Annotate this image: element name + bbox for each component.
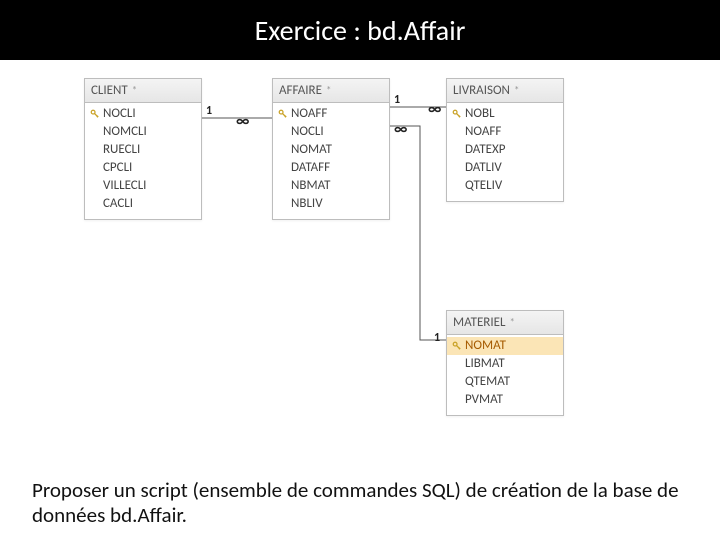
table-affaire-header: AFFAIRE * xyxy=(273,79,389,103)
field-row[interactable]: NBLIV xyxy=(273,195,389,213)
field-row[interactable]: NOCLI xyxy=(85,105,201,123)
field-row[interactable]: RUECLI xyxy=(85,141,201,159)
table-materiel[interactable]: MATERIEL * NOMAT LIBMAT QTEMAT PVMAT xyxy=(446,310,564,416)
er-diagram: CLIENT * NOCLI NOMCLI RUECLI CPCLI VILLECLI C… xyxy=(0,60,720,466)
cardinality-one: 1 xyxy=(434,331,440,345)
asterisk-icon: * xyxy=(514,84,519,97)
field-row[interactable]: VILLECLI xyxy=(85,177,201,195)
asterisk-icon: * xyxy=(509,316,514,329)
table-affaire-name: AFFAIRE xyxy=(279,83,322,98)
field-row[interactable]: NOMAT xyxy=(447,337,563,355)
field-name: CPCLI xyxy=(103,160,197,176)
cardinality-many: ∞ xyxy=(394,120,407,139)
field-row[interactable]: DATAFF xyxy=(273,159,389,177)
table-affaire-body: NOAFF NOCLI NOMAT DATAFF NBMAT NBLIV xyxy=(273,103,389,219)
field-name: NOMAT xyxy=(291,142,385,158)
field-row[interactable]: QTELIV xyxy=(447,177,563,195)
field-row[interactable]: NBMAT xyxy=(273,177,389,195)
field-row[interactable]: CACLI xyxy=(85,195,201,213)
cardinality-one: 1 xyxy=(206,104,212,118)
table-client-name: CLIENT xyxy=(91,83,128,98)
primary-key-icon xyxy=(87,109,103,119)
instruction-text: Proposer un script (ensemble de commande… xyxy=(0,466,720,528)
table-livraison-name: LIVRAISON xyxy=(453,83,510,98)
asterisk-icon: * xyxy=(132,84,137,97)
field-name: NOAFF xyxy=(465,124,559,140)
field-name: NOCLI xyxy=(103,106,197,122)
table-livraison-body: NOBL NOAFF DATEXP DATLIV QTELIV xyxy=(447,103,563,201)
field-row[interactable]: LIBMAT xyxy=(447,355,563,373)
table-livraison[interactable]: LIVRAISON * NOBL NOAFF DATEXP DATLIV QTELIV xyxy=(446,78,564,202)
field-name: DATAFF xyxy=(291,160,385,176)
table-client-body: NOCLI NOMCLI RUECLI CPCLI VILLECLI CACLI xyxy=(85,103,201,219)
table-livraison-header: LIVRAISON * xyxy=(447,79,563,103)
cardinality-one: 1 xyxy=(394,93,400,107)
field-row[interactable]: NOAFF xyxy=(273,105,389,123)
field-name: CACLI xyxy=(103,196,197,212)
table-client-header: CLIENT * xyxy=(85,79,201,103)
field-row[interactable]: NOAFF xyxy=(447,123,563,141)
field-name: LIBMAT xyxy=(465,356,559,372)
field-name: NOAFF xyxy=(291,106,385,122)
instruction-text-content: Proposer un script (ensemble de commande… xyxy=(32,477,679,528)
field-row[interactable]: NOBL xyxy=(447,105,563,123)
field-name: PVMAT xyxy=(465,392,559,408)
table-materiel-body: NOMAT LIBMAT QTEMAT PVMAT xyxy=(447,335,563,415)
field-row[interactable]: PVMAT xyxy=(447,391,563,409)
field-name: NOCLI xyxy=(291,124,385,140)
cardinality-many: ∞ xyxy=(428,100,441,119)
field-name: NOMCLI xyxy=(103,124,197,140)
table-materiel-name: MATERIEL xyxy=(453,315,505,330)
field-row[interactable]: NOMAT xyxy=(273,141,389,159)
field-row[interactable]: NOMCLI xyxy=(85,123,201,141)
page-title: Exercice : bd.Affair xyxy=(255,13,466,48)
field-row[interactable]: CPCLI xyxy=(85,159,201,177)
field-row[interactable]: QTEMAT xyxy=(447,373,563,391)
field-name: NBLIV xyxy=(291,196,385,212)
field-name: DATEXP xyxy=(465,142,559,158)
field-row[interactable]: NOCLI xyxy=(273,123,389,141)
field-name: NBMAT xyxy=(291,178,385,194)
primary-key-icon xyxy=(449,341,465,351)
field-name: RUECLI xyxy=(103,142,197,158)
field-name: DATLIV xyxy=(465,160,559,176)
cardinality-many: ∞ xyxy=(236,112,249,131)
primary-key-icon xyxy=(275,109,291,119)
field-row[interactable]: DATEXP xyxy=(447,141,563,159)
table-materiel-header: MATERIEL * xyxy=(447,311,563,335)
asterisk-icon: * xyxy=(326,84,331,97)
field-name: VILLECLI xyxy=(103,178,197,194)
field-name: QTEMAT xyxy=(465,374,559,390)
primary-key-icon xyxy=(449,109,465,119)
field-name: NOMAT xyxy=(465,338,559,354)
field-row[interactable]: DATLIV xyxy=(447,159,563,177)
table-client[interactable]: CLIENT * NOCLI NOMCLI RUECLI CPCLI VILLECLI C… xyxy=(84,78,202,220)
field-name: NOBL xyxy=(465,106,559,122)
table-affaire[interactable]: AFFAIRE * NOAFF NOCLI NOMAT DATAFF NBMAT NBLI… xyxy=(272,78,390,220)
field-name: QTELIV xyxy=(465,178,559,194)
title-bar: Exercice : bd.Affair xyxy=(0,0,720,60)
